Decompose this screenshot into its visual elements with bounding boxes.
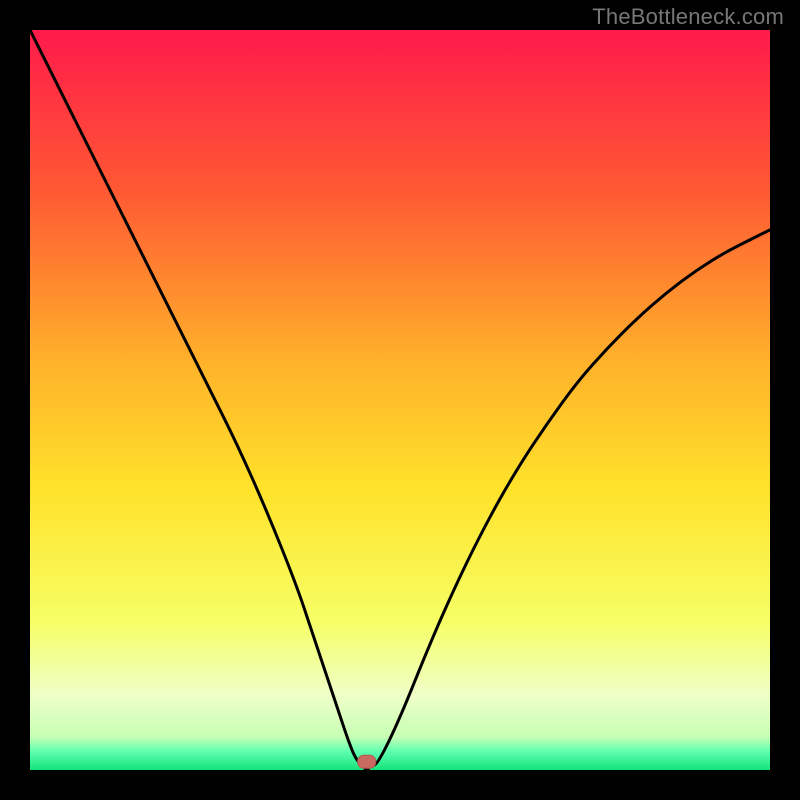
optimal-marker [358,755,376,768]
chart-frame: TheBottleneck.com [0,0,800,800]
plot-area [30,30,770,770]
watermark-text: TheBottleneck.com [592,4,784,30]
gradient-background [30,30,770,770]
chart-svg [30,30,770,770]
